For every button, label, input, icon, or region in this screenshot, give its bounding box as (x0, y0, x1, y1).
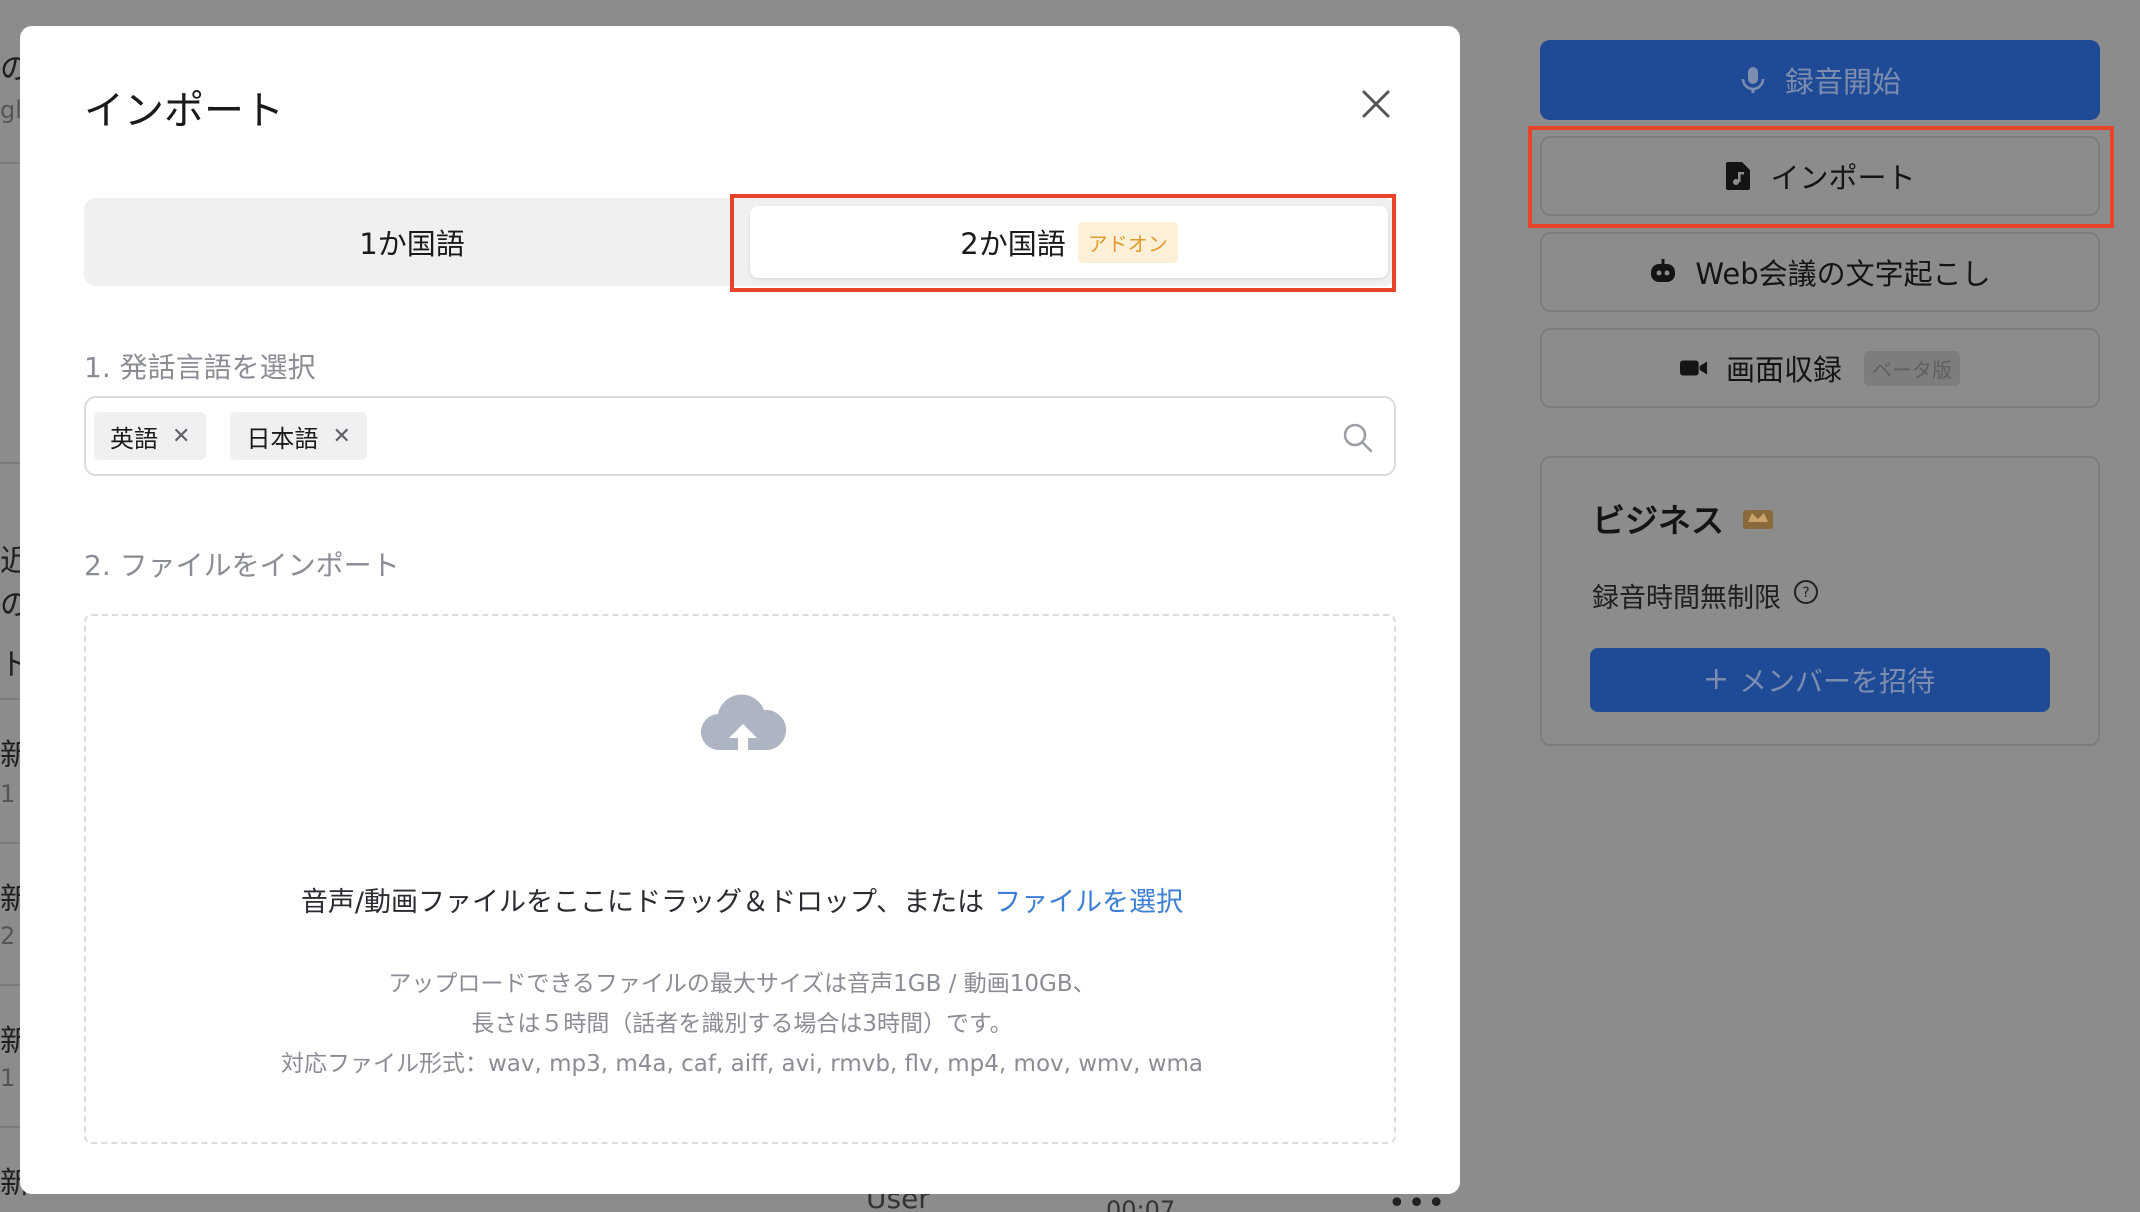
dropzone-main-text: 音声/動画ファイルをここにドラッグ＆ドロップ、または (300, 887, 985, 918)
bg-fragment: 1 (0, 780, 16, 808)
dropzone-instruction: 音声/動画ファイルをここにドラッグ＆ドロップ、または ファイルを選択 (86, 880, 1398, 919)
invite-member-button[interactable]: メンバーを招待 (1590, 648, 2050, 712)
step2-label: 2. ファイルをインポート (84, 549, 400, 582)
language-chip-label: 日本語 (246, 424, 319, 453)
start-recording-button[interactable]: 録音開始 (1540, 40, 2100, 120)
dropzone-note-duration: 長さは５時間（話者を識別する場合は3時間）です。 (471, 1011, 1013, 1037)
import-button[interactable]: インポート (1540, 136, 2100, 216)
import-dialog: インポート 1か国語 2か国語 アドオン 1. 発話言語を選択 英語 ✕ 日本語 (20, 26, 1460, 1194)
bg-fragment: 1 (0, 1064, 16, 1092)
svg-text:?: ? (1802, 585, 1809, 601)
import-label: インポート (1770, 161, 1916, 195)
start-recording-label: 録音開始 (1784, 65, 1901, 99)
language-mode-tabs: 1か国語 2か国語 アドオン (84, 198, 1396, 286)
dropzone-note-formats: 対応ファイル形式：wav, mp3, m4a, caf, aiff, avi, … (280, 1051, 1204, 1077)
remove-chip-icon[interactable]: ✕ (332, 424, 350, 449)
web-meeting-transcription-button[interactable]: Web会議の文字起こし (1540, 232, 2100, 312)
beta-badge: ベータ版 (1864, 350, 1960, 386)
file-dropzone[interactable]: 音声/動画ファイルをここにドラッグ＆ドロップ、または ファイルを選択 アップロード… (84, 614, 1396, 1144)
language-chip-label: 英語 (110, 424, 158, 453)
addon-badge: アドオン (1077, 221, 1178, 263)
bot-icon (1649, 258, 1677, 286)
language-chip: 英語 ✕ (94, 412, 207, 460)
video-camera-icon (1679, 354, 1708, 382)
close-button[interactable] (1354, 84, 1398, 128)
invite-member-label: メンバーを招待 (1738, 665, 1935, 698)
plus-icon (1705, 664, 1727, 697)
remove-chip-icon[interactable]: ✕ (172, 424, 190, 449)
step1-label: 1. 発話言語を選択 (84, 351, 316, 384)
unlimited-recording-label: 録音時間無制限 (1592, 583, 1781, 614)
bg-duration: 00:07 (1106, 1196, 1176, 1212)
tab-bilingual-label: 2か国語 (960, 227, 1066, 261)
business-plan-card: ビジネス 録音時間無制限 ? メンバーを招待 (1540, 456, 2100, 746)
language-select-input[interactable]: 英語 ✕ 日本語 ✕ (84, 396, 1396, 476)
close-icon (1361, 89, 1391, 123)
dialog-title: インポート (84, 88, 284, 134)
select-file-link[interactable]: ファイルを選択 (994, 887, 1183, 918)
page: の gle 近の ト 新 1 新 2 新 1 新 録音開始 インポート Web会… (0, 0, 2140, 1212)
cloud-upload-icon (698, 688, 788, 770)
microphone-icon (1739, 66, 1767, 94)
search-icon[interactable] (1342, 422, 1374, 454)
screen-recording-label: 画面収録 (1725, 353, 1842, 387)
business-title-row: ビジネス (1592, 494, 1774, 542)
tab-bilingual[interactable]: 2か国語 アドオン (750, 206, 1388, 278)
web-meeting-label: Web会議の文字起こし (1695, 257, 1991, 291)
help-icon[interactable]: ? (1793, 579, 1819, 612)
tab-monolingual[interactable]: 1か国語 (84, 198, 740, 286)
unlimited-recording-row: 録音時間無制限 ? (1592, 576, 1819, 615)
business-title: ビジネス (1592, 501, 1724, 540)
bg-fragment: 2 (0, 922, 16, 950)
crown-icon (1742, 499, 1774, 538)
tab-monolingual-label: 1か国語 (359, 227, 465, 261)
language-chip: 日本語 ✕ (230, 412, 367, 460)
dropzone-note-size: アップロードできるファイルの最大サイズは音声1GB / 動画10GB、 (388, 971, 1096, 997)
screen-recording-button[interactable]: 画面収録 ベータ版 (1540, 328, 2100, 408)
music-file-icon (1724, 162, 1752, 190)
